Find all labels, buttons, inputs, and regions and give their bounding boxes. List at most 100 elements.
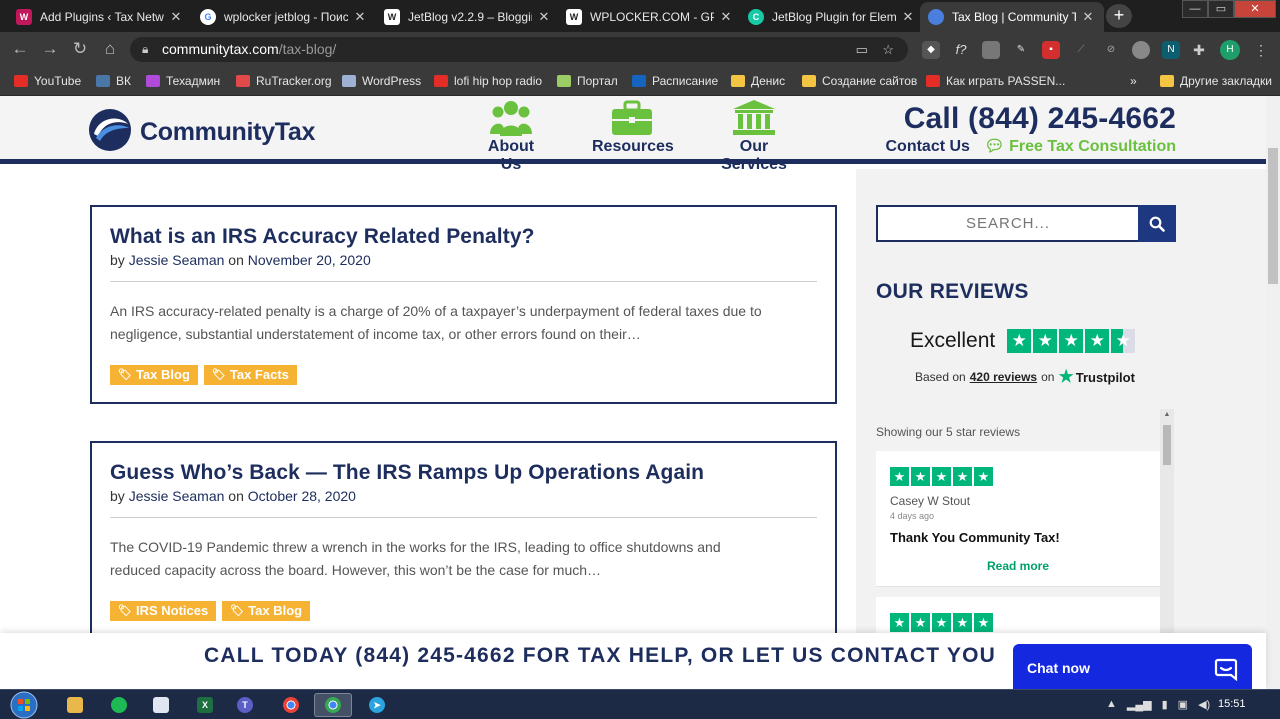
bookmark-portal[interactable]: Портал [557,72,618,90]
bookmark-vk[interactable]: ВК [96,72,131,90]
post-author[interactable]: Jessie Seaman [129,252,225,268]
page-scrollbar[interactable] [1266,96,1280,689]
taskbar-spotify[interactable] [100,693,138,717]
close-icon[interactable]: ✕ [718,9,734,25]
search-button[interactable] [1138,205,1176,242]
site-logo[interactable]: CommunityTax [88,106,328,154]
read-more-link[interactable]: Read more [890,559,1146,573]
browser-tab-5[interactable]: Tax Blog | Community Tax ✕ [920,2,1104,32]
bookmark-denis[interactable]: Денис [731,72,785,90]
taskbar-notepad[interactable] [142,693,180,717]
puzzle-icon[interactable]: ✚ [1190,41,1208,59]
square-extension-icon[interactable] [982,41,1000,59]
bookmark-youtube[interactable]: YouTube [14,72,81,90]
post-author[interactable]: Jessie Seaman [129,488,225,504]
nav-our-services[interactable]: Our Services [706,100,802,174]
reload-icon[interactable]: ↻ [70,39,90,59]
close-icon[interactable]: ✕ [352,9,368,25]
volume-icon[interactable]: ◀) [1198,698,1210,711]
red-extension-icon[interactable]: ▪ [1042,41,1060,59]
trustpilot-logo[interactable]: ★ Trustpilot [1058,367,1134,387]
review-count-link[interactable]: 420 reviews [970,370,1037,384]
browser-tab-3[interactable]: W WPLOCKER.COM - GPL Pl ✕ [558,2,742,32]
tag-tax-facts[interactable]: 🏷︎ Tax Facts [203,365,297,385]
nav-resources[interactable]: Resources [592,100,674,156]
bookmark-sites[interactable]: Создание сайтов [802,72,917,90]
contact-us-link[interactable]: Contact Us [885,138,969,155]
close-icon[interactable]: ✕ [900,9,916,25]
phone-number[interactable]: Call (844) 245-4662 [885,102,1176,136]
browser-tab-4[interactable]: C JetBlog Plugin for Elementor ✕ [740,2,924,32]
wp-icon: W [566,9,582,25]
browser-tab-2[interactable]: W JetBlog v2.2.9 – Blogging ✕ [376,2,560,32]
bookmark-star-icon[interactable]: ☆ [882,42,894,57]
battery-icon[interactable]: ▮ [1162,698,1168,711]
reviews-scrollbar[interactable]: ▲ [1160,409,1174,633]
home-icon[interactable]: ⌂ [100,39,120,59]
search-input[interactable] [876,205,1140,242]
menu-icon[interactable]: ⋮ [1252,41,1270,59]
tag-tax-blog[interactable]: 🏷︎ Tax Blog [222,601,311,621]
review-stars: ★ ★ ★ ★ ★ [890,467,1146,486]
bookmark-passenger[interactable]: Как играть PASSEN... [926,72,1065,90]
close-icon[interactable]: ✕ [1080,9,1096,25]
taskbar-chrome[interactable] [272,693,310,717]
bookmark-rutracker[interactable]: RuTracker.org [236,72,332,90]
window-close-button[interactable]: ✕ [1234,0,1276,18]
back-icon[interactable]: ← [10,39,30,59]
post-date[interactable]: October 28, 2020 [248,488,356,504]
chat-now-button[interactable]: Chat now [1013,644,1252,692]
address-bar[interactable]: 🔒︎ communitytax.com/tax-blog/ ▭ ☆ [130,37,908,62]
circle-extension-icon[interactable] [1132,41,1150,59]
cast-icon[interactable]: ▭ [856,42,868,57]
browser-tab-1[interactable]: G wplocker jetblog - Поиск ✕ [192,2,376,32]
network-icon[interactable]: ▣ [1178,698,1188,711]
tag-irs-notices[interactable]: 🏷︎ IRS Notices [110,601,217,621]
page-scrollbar-thumb[interactable] [1268,148,1278,284]
scrollbar-thumb[interactable] [1163,425,1171,465]
review-card[interactable]: ★ ★ ★ ★ ★ Casey W Stout 4 days ago Thank… [876,451,1160,587]
taskbar-chrome-active[interactable] [314,693,352,717]
close-icon[interactable]: ✕ [168,9,184,25]
close-icon[interactable]: ✕ [536,9,552,25]
post-title[interactable]: Guess Who’s Back — The IRS Ramps Up Oper… [110,461,817,485]
browser-toolbar: ← → ↻ ⌂ 🔒︎ communitytax.com/tax-blog/ ▭ … [0,32,1280,66]
post-date[interactable]: November 20, 2020 [248,252,371,268]
free-consultation-link[interactable]: 💬︎ Free Tax Consultation [984,138,1176,155]
n-extension-icon[interactable]: N [1162,41,1180,59]
signal-icon[interactable]: ▂▄▆ [1127,698,1152,711]
profile-avatar[interactable]: H [1220,40,1240,60]
pen-extension-icon[interactable]: ✎ [1012,41,1030,59]
post-title[interactable]: What is an IRS Accuracy Related Penalty? [110,225,817,249]
bookmark-other[interactable]: Другие закладки [1160,72,1272,90]
trustpilot-rating[interactable]: Excellent ★ ★ ★ ★ ★ [910,329,1136,353]
taskbar-teams[interactable]: T [226,693,264,717]
windows-start-icon[interactable] [6,690,42,719]
taskbar-telegram[interactable]: ➤ [358,693,396,717]
bookmark-wordpress[interactable]: WordPress [342,72,421,90]
forward-icon[interactable]: → [40,39,60,59]
minimize-button[interactable]: — [1182,0,1208,18]
bookmark-lofi[interactable]: lofi hip hop radio [434,72,542,90]
briefcase-icon [612,100,652,135]
taskbar-explorer[interactable] [56,693,94,717]
tab-title: wplocker jetblog - Поиск [224,10,348,24]
tray-expand-icon[interactable]: ▲ [1106,698,1117,711]
cta-text[interactable]: CALL TODAY (844) 245-4662 FOR TAX HELP, … [204,644,996,668]
taskbar-clock[interactable]: 15:51 [1218,698,1246,710]
bookmark-tekhadmin[interactable]: Техадмин [146,72,220,90]
taskbar-excel[interactable]: X [186,693,224,717]
nav-about-us[interactable]: About Us [478,100,544,174]
new-tab-button[interactable]: + [1106,4,1132,28]
browser-tab-0[interactable]: W Add Plugins ‹ Tax Network ✕ [8,2,192,32]
tag-tax-blog[interactable]: 🏷︎ Tax Blog [110,365,198,385]
folder-icon [67,697,83,713]
scroll-up-icon[interactable]: ▲ [1160,409,1174,421]
block-extension-icon[interactable]: ⊘ [1102,41,1120,59]
maximize-button[interactable]: ▭ [1208,0,1234,18]
formula-extension-icon[interactable]: f? [952,41,970,59]
bookmarks-overflow-button[interactable]: » [1130,72,1137,90]
bookmark-schedule[interactable]: Расписание [632,72,718,90]
shield-extension-icon[interactable]: ◆ [922,41,940,59]
slash-extension-icon[interactable]: ⟋ [1072,41,1090,59]
